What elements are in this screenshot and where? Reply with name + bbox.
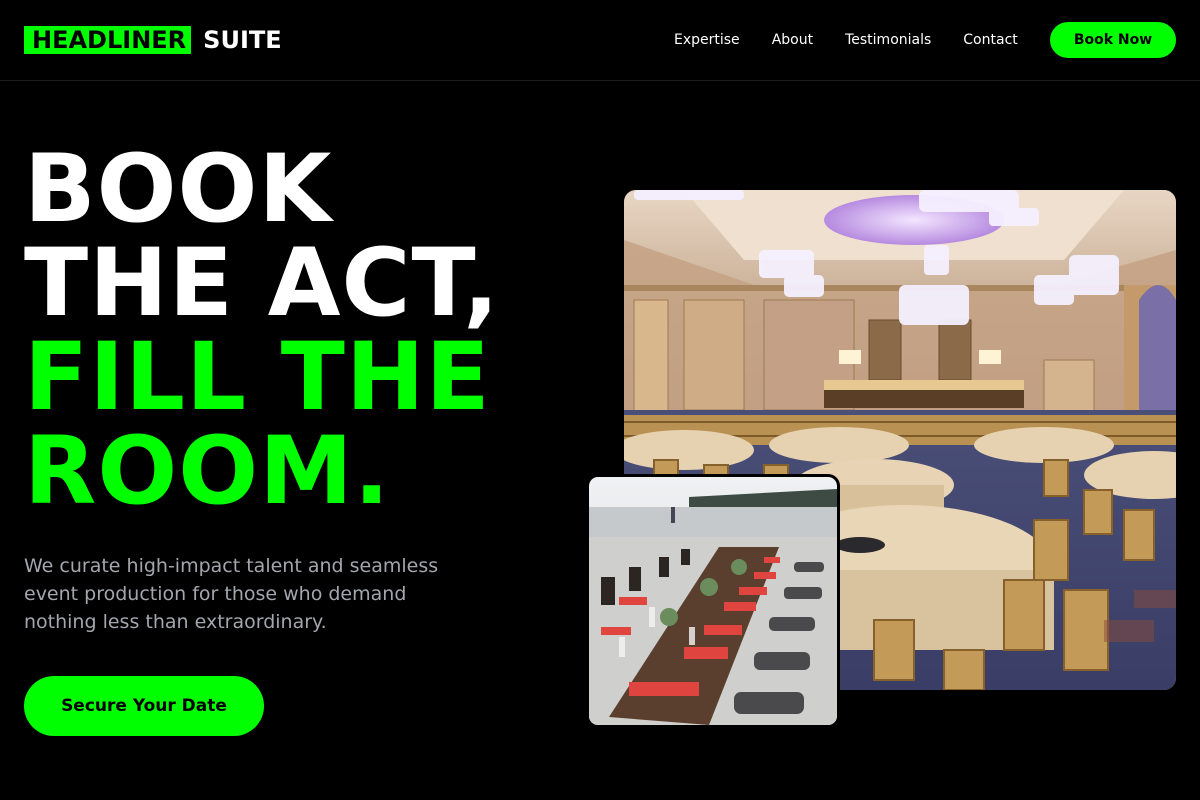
brand-logo-highlight: HEADLINER bbox=[24, 26, 192, 54]
hero-headline: BOOK THE ACT, FILL THE ROOM. bbox=[24, 143, 500, 519]
brand-logo[interactable]: HEADLINER SUITE bbox=[24, 26, 282, 54]
hero-headline-line-4: ROOM. bbox=[24, 417, 391, 526]
nav-link-contact[interactable]: Contact bbox=[963, 32, 1017, 48]
nav-link-testimonials[interactable]: Testimonials bbox=[845, 32, 931, 48]
nav-link-about[interactable]: About bbox=[772, 32, 813, 48]
hero-subtitle: We curate high-impact talent and seamles… bbox=[24, 555, 439, 633]
beach-dinner-image bbox=[586, 474, 840, 728]
hero-headline-line-2: THE ACT, bbox=[24, 229, 500, 338]
top-navbar: HEADLINER SUITE Expertise About Testimon… bbox=[0, 0, 1200, 81]
secure-your-date-button[interactable]: Secure Your Date bbox=[24, 676, 264, 736]
book-now-button[interactable]: Book Now bbox=[1050, 22, 1176, 58]
hero-headline-line-1: BOOK bbox=[24, 135, 333, 244]
nav-links: Expertise About Testimonials Contact bbox=[674, 0, 1050, 80]
hero-headline-line-3: FILL THE bbox=[24, 323, 491, 432]
nav-link-expertise[interactable]: Expertise bbox=[674, 32, 740, 48]
brand-logo-suffix: SUITE bbox=[203, 26, 282, 54]
